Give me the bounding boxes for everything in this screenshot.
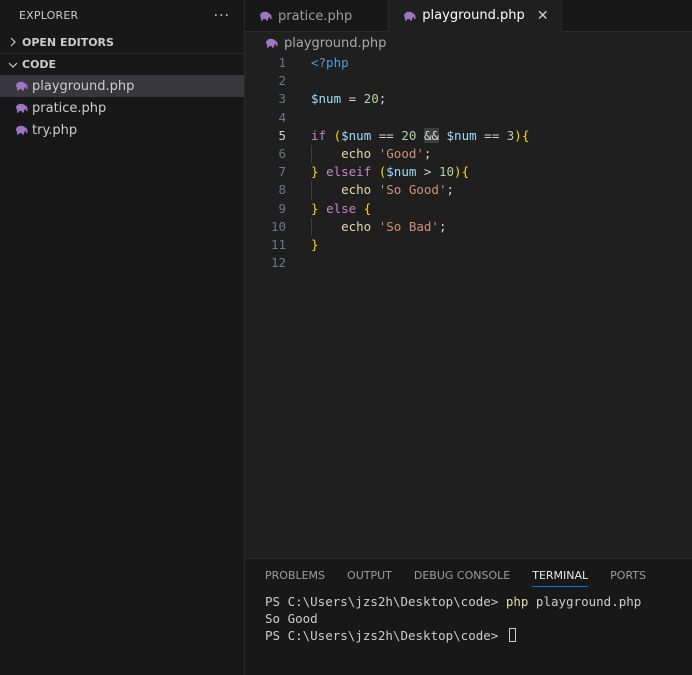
open-editors-section[interactable]: OPEN EDITORS xyxy=(0,31,244,53)
bottom-panel: PROBLEMS OUTPUT DEBUG CONSOLE TERMINAL P… xyxy=(245,558,692,675)
folder-section-code[interactable]: CODE xyxy=(0,53,244,75)
line-number: 3 xyxy=(278,91,286,107)
panel-tab-bar: PROBLEMS OUTPUT DEBUG CONSOLE TERMINAL P… xyxy=(245,559,692,591)
code-line: 11 } xyxy=(245,236,692,254)
breadcrumb-file: playground.php xyxy=(284,35,387,51)
file-item-try[interactable]: try.php xyxy=(0,119,244,141)
file-name: pratice.php xyxy=(32,100,107,116)
line-number: 9 xyxy=(278,200,286,216)
tab-pratice[interactable]: pratice.php xyxy=(245,0,390,32)
php-elephant-icon xyxy=(264,37,278,49)
line-number: 2 xyxy=(278,73,286,89)
line-number: 1 xyxy=(278,55,286,70)
file-name: playground.php xyxy=(32,78,135,94)
tab-terminal[interactable]: TERMINAL xyxy=(532,559,588,591)
code-line: 3 $num = 20; xyxy=(245,90,692,108)
code-line: 4 xyxy=(245,109,692,127)
explorer-header: EXPLORER ··· xyxy=(0,0,244,31)
php-open-tag: <?php xyxy=(311,55,349,70)
terminal-line: PS C:\Users\jzs2h\Desktop\code> php play… xyxy=(265,594,642,609)
editor-tab-bar: pratice.php playground.php ✕ xyxy=(245,0,692,32)
code-line: 7 } elseif ($num > 10){ xyxy=(245,163,692,181)
code-line: 6 echo 'Good'; xyxy=(245,144,692,164)
explorer-sidebar: EXPLORER ··· OPEN EDITORS CODE playgroun… xyxy=(0,0,245,675)
chevron-right-icon xyxy=(6,37,20,47)
file-item-pratice[interactable]: pratice.php xyxy=(0,97,244,119)
file-item-playground[interactable]: playground.php xyxy=(0,75,244,97)
chevron-down-icon xyxy=(6,60,20,70)
folder-label: CODE xyxy=(22,58,57,71)
code-line: 1 <?php xyxy=(245,54,692,72)
line-number: 5 xyxy=(278,127,286,143)
tab-label: playground.php xyxy=(422,8,525,23)
line-number: 12 xyxy=(270,255,286,271)
code-editor[interactable]: 1 <?php 2 3 $num = 20; 4 5 if ($num == 2… xyxy=(245,54,692,558)
tab-problems[interactable]: PROBLEMS xyxy=(265,559,325,591)
tab-label: pratice.php xyxy=(278,8,353,24)
tab-playground[interactable]: playground.php ✕ xyxy=(389,0,562,32)
tab-debug-console[interactable]: DEBUG CONSOLE xyxy=(414,559,510,591)
php-elephant-icon xyxy=(14,102,28,114)
code-line: 12 xyxy=(245,254,692,272)
terminal-line: PS C:\Users\jzs2h\Desktop\code> xyxy=(265,627,692,644)
breadcrumb[interactable]: playground.php xyxy=(245,32,692,54)
line-number: 8 xyxy=(278,182,286,198)
terminal-line: So Good xyxy=(265,611,318,626)
terminal-cursor xyxy=(508,628,516,642)
code-line: 10 echo 'So Bad'; xyxy=(245,217,692,236)
close-icon[interactable]: ✕ xyxy=(535,8,551,24)
more-actions-icon[interactable]: ··· xyxy=(214,8,230,24)
explorer-title: EXPLORER xyxy=(19,9,79,22)
terminal-output[interactable]: PS C:\Users\jzs2h\Desktop\code> php play… xyxy=(245,591,692,644)
file-name: try.php xyxy=(32,122,78,138)
code-line: 2 xyxy=(245,72,692,90)
code-line: 5 if ($num == 20 && $num == 3){ xyxy=(245,127,692,145)
php-elephant-icon xyxy=(402,10,416,22)
tab-output[interactable]: OUTPUT xyxy=(347,559,392,591)
php-elephant-icon xyxy=(14,124,28,136)
line-number: 11 xyxy=(270,236,286,252)
tab-ports[interactable]: PORTS xyxy=(610,559,646,591)
open-editors-label: OPEN EDITORS xyxy=(22,35,114,49)
line-number: 7 xyxy=(278,164,286,180)
php-elephant-icon xyxy=(14,80,28,92)
code-line: 8 echo 'So Good'; xyxy=(245,181,692,200)
php-elephant-icon xyxy=(258,10,272,22)
line-number: 6 xyxy=(278,145,286,161)
line-number: 10 xyxy=(270,218,286,234)
line-number: 4 xyxy=(278,109,286,125)
code-line: 9 } else { xyxy=(245,200,692,218)
